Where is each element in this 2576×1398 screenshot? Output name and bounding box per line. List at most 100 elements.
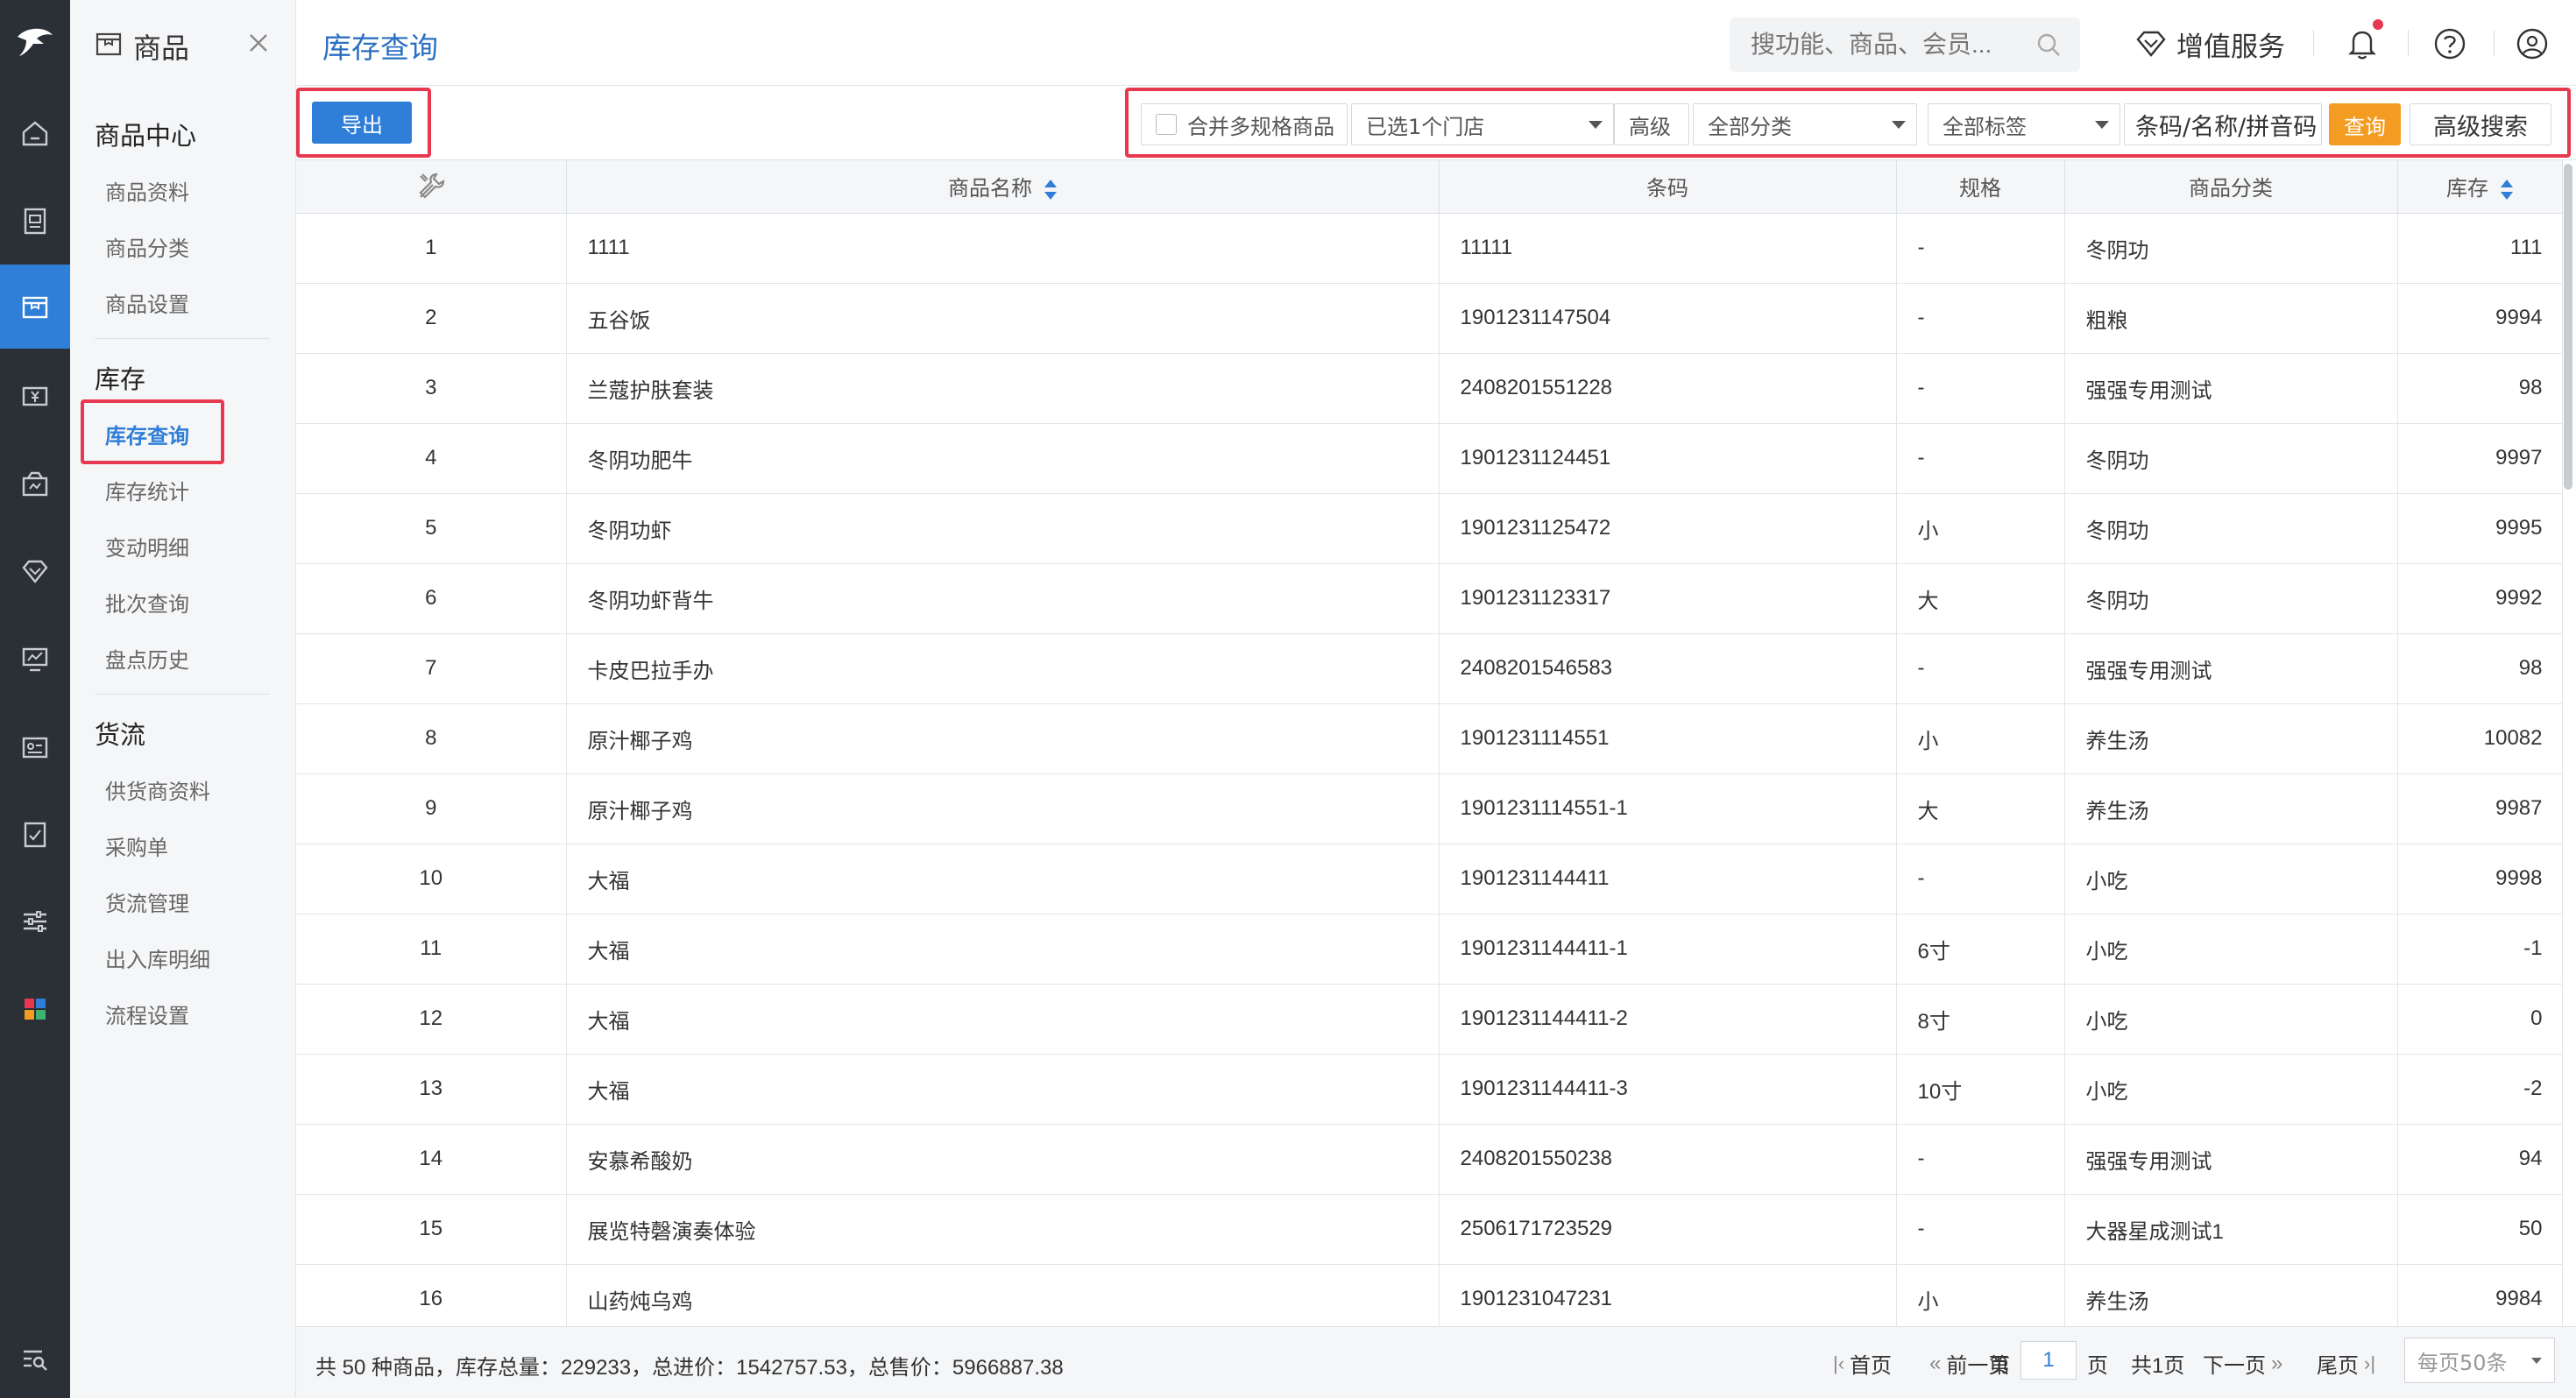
table-row[interactable]: 13 大福 1901231144411-3 10寸 小吃 -2	[296, 1054, 2563, 1125]
cell-stock: 9984	[2397, 1264, 2563, 1326]
next-page-button[interactable]: 下一页»	[2203, 1348, 2282, 1379]
global-search[interactable]	[1730, 18, 2080, 72]
cell-spec: 大	[1896, 773, 2065, 844]
vip-service-button[interactable]: 增值服务	[2134, 21, 2285, 67]
cell-category: 冬阴功	[2064, 493, 2398, 564]
cell-barcode: 2506171723529	[1439, 1194, 1897, 1265]
sidebar-item-stocktake-history[interactable]: 盘点历史	[105, 643, 189, 674]
cell-product-name: 冬阴功虾	[566, 493, 1440, 564]
product-icon	[96, 32, 122, 56]
table-row[interactable]: 2 五谷饭 1901231147504- 粗粮 9994	[296, 283, 2563, 354]
table-row[interactable]: 16 山药炖乌鸡 1901231047231 小养生汤 9984	[296, 1264, 2563, 1326]
cell-product-name: 卡皮巴拉手办	[566, 633, 1440, 704]
sliders-icon[interactable]	[0, 879, 70, 964]
sort-icon[interactable]	[1044, 179, 1057, 201]
cash-icon[interactable]	[0, 354, 70, 438]
sidebar-item-supplier-data[interactable]: 供货商资料	[105, 774, 210, 805]
advanced-toggle[interactable]: 高级	[1614, 103, 1689, 145]
report-icon[interactable]	[0, 792, 70, 876]
store-select[interactable]: 已选1个门店	[1351, 103, 1614, 145]
column-stock[interactable]: 库存	[2397, 160, 2563, 214]
logo-icon[interactable]	[0, 0, 70, 84]
wrench-icon[interactable]	[414, 169, 449, 204]
export-button[interactable]: 导出	[312, 102, 412, 144]
cell-spec: 大	[1896, 563, 2065, 634]
tag-select[interactable]: 全部标签	[1928, 103, 2120, 145]
cell-barcode: 1901231144411	[1439, 844, 1897, 914]
search-input[interactable]	[1751, 28, 2031, 61]
group-inventory: 库存	[95, 364, 146, 394]
inventory-table: 商品名称 条码 规格 商品分类 库存 1 1111 11111- 冬阴功 111 2 五谷饭…	[296, 159, 2576, 1326]
sidebar-item-product-settings[interactable]: 商品设置	[105, 287, 189, 318]
chevron-down-icon	[2531, 1358, 2542, 1364]
last-page-icon: ›|	[2364, 1352, 2376, 1374]
cell-barcode: 1901231144411-3	[1439, 1054, 1897, 1125]
home-icon[interactable]	[0, 91, 70, 175]
help-icon[interactable]	[2431, 25, 2469, 63]
cell-barcode: 2408201551228	[1439, 353, 1897, 424]
cell-category: 强强专用测试	[2064, 1124, 2398, 1195]
sort-icon[interactable]	[2501, 179, 2513, 201]
monitor-icon[interactable]	[0, 617, 70, 701]
cell-category: 冬阴功	[2064, 423, 2398, 494]
sidebar-item-change-detail[interactable]: 变动明细	[105, 531, 189, 561]
page-number-input[interactable]	[2020, 1341, 2077, 1380]
sidebar-item-purchase-order[interactable]: 采购单	[105, 830, 168, 861]
last-page-button[interactable]: 尾页 ›|	[2317, 1348, 2375, 1379]
first-page-button[interactable]: |‹ 首页	[1833, 1348, 1892, 1379]
search-menu-icon[interactable]	[0, 1317, 70, 1398]
chevron-down-icon	[1892, 121, 1906, 129]
query-button[interactable]: 查询	[2329, 103, 2401, 145]
sidebar-divider	[95, 694, 270, 695]
table-row[interactable]: 11 大福 1901231144411-1 6寸 小吃 -1	[296, 914, 2563, 985]
user-icon[interactable]	[2513, 25, 2551, 63]
sidebar-item-product-data[interactable]: 商品资料	[105, 175, 189, 206]
cell-index: 10	[296, 844, 567, 914]
diamond-icon[interactable]	[0, 529, 70, 613]
sidebar-item-flow-settings[interactable]: 流程设置	[105, 999, 189, 1029]
advanced-search-button[interactable]: 高级搜索	[2410, 103, 2551, 145]
sidebar-item-inventory-query[interactable]: 库存查询	[105, 419, 189, 449]
apps-icon[interactable]	[0, 967, 70, 1051]
sidebar-item-inventory-stats[interactable]: 库存统计	[105, 475, 189, 505]
table-row[interactable]: 6 冬阴功虾背牛 1901231123317 大冬阴功 9992	[296, 563, 2563, 634]
page-size-select[interactable]: 每页50条	[2404, 1338, 2555, 1383]
icon-rail	[0, 0, 70, 1398]
table-row[interactable]: 10 大福 1901231144411- 小吃 9998	[296, 844, 2563, 914]
close-icon[interactable]	[244, 28, 273, 58]
search-icon[interactable]	[2035, 31, 2063, 59]
cell-barcode: 11111	[1439, 213, 1897, 284]
table-row[interactable]: 8 原汁椰子鸡 1901231114551 小养生汤 10082	[296, 703, 2563, 774]
table-scrollbar[interactable]	[2564, 164, 2572, 490]
column-label: 规格	[1959, 177, 2001, 201]
merge-spec-checkbox[interactable]: 合并多规格商品	[1141, 103, 1348, 145]
cell-barcode: 2408201550238	[1439, 1124, 1897, 1195]
column-settings[interactable]	[296, 160, 567, 214]
column-barcode: 条码	[1439, 160, 1897, 214]
table-row[interactable]: 1 1111 11111- 冬阴功 111	[296, 213, 2563, 284]
table-row[interactable]: 14 安慕希酸奶 2408201550238- 强强专用测试 94	[296, 1124, 2563, 1195]
member-icon[interactable]	[0, 441, 70, 526]
ledger-icon[interactable]	[0, 179, 70, 263]
cell-barcode: 1901231125472	[1439, 493, 1897, 564]
table-row[interactable]: 3 兰蔻护肤套装 2408201551228- 强强专用测试 98	[296, 353, 2563, 424]
code-search-input[interactable]: 条码/名称/拼音码	[2124, 103, 2322, 145]
sidebar-item-product-category[interactable]: 商品分类	[105, 231, 189, 262]
checkbox[interactable]	[1156, 114, 1177, 135]
column-product-name[interactable]: 商品名称	[566, 160, 1440, 214]
sidebar-item-batch-query[interactable]: 批次查询	[105, 587, 189, 618]
table-row[interactable]: 4 冬阴功肥牛 1901231124451- 冬阴功 9997	[296, 423, 2563, 494]
sidebar-item-logistics-mgmt[interactable]: 货流管理	[105, 886, 189, 917]
table-row[interactable]: 9 原汁椰子鸡 1901231114551-1 大养生汤 9987	[296, 773, 2563, 844]
table-row[interactable]: 5 冬阴功虾 1901231125472 小冬阴功 9995	[296, 493, 2563, 564]
bell-icon[interactable]	[2343, 25, 2381, 63]
category-select[interactable]: 全部分类	[1693, 103, 1917, 145]
cell-stock: 9994	[2397, 283, 2563, 354]
cell-stock: 9998	[2397, 844, 2563, 914]
table-row[interactable]: 15 展览特磬演奏体验 2506171723529- 大器星成测试1 50	[296, 1194, 2563, 1265]
card-icon[interactable]	[0, 704, 70, 788]
sidebar-item-in-out-detail[interactable]: 出入库明细	[105, 943, 210, 973]
product-icon[interactable]	[0, 265, 70, 349]
table-row[interactable]: 7 卡皮巴拉手办 2408201546583- 强强专用测试 98	[296, 633, 2563, 704]
table-row[interactable]: 12 大福 1901231144411-2 8寸 小吃 0	[296, 984, 2563, 1055]
